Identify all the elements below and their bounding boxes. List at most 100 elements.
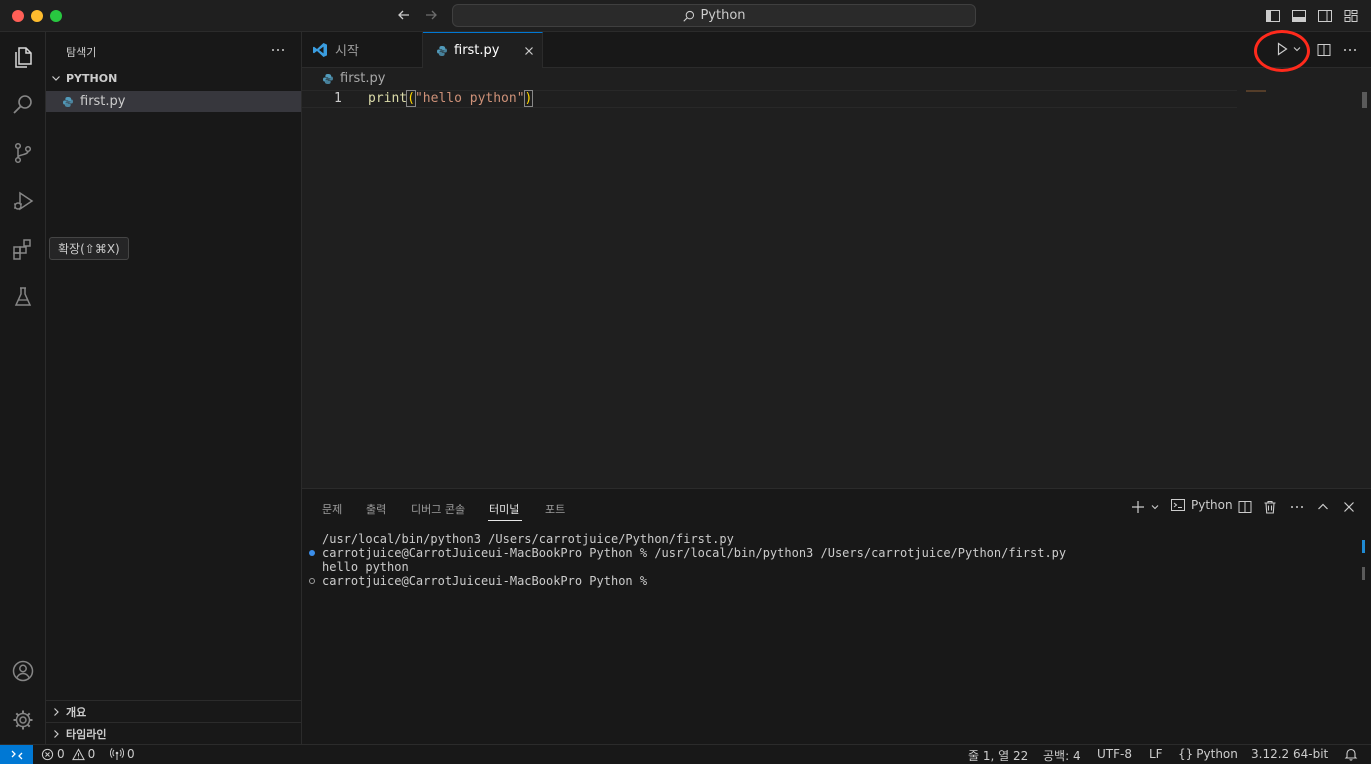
toggle-panel-icon[interactable] xyxy=(1291,8,1307,24)
toggle-primary-sidebar-icon[interactable] xyxy=(1265,8,1281,24)
code-line[interactable]: print("hello python") xyxy=(368,90,534,107)
chevron-right-icon xyxy=(46,706,66,718)
notifications-bell-icon[interactable] xyxy=(1344,747,1358,761)
command-success-dot[interactable] xyxy=(309,550,315,556)
tab-terminal[interactable]: 터미널 xyxy=(489,501,519,517)
toggle-secondary-sidebar-icon[interactable] xyxy=(1317,8,1333,24)
problems-status[interactable]: 0 0 xyxy=(41,747,95,761)
chevron-down-icon[interactable] xyxy=(1150,502,1160,512)
chevron-down-icon xyxy=(46,72,66,84)
account-icon[interactable] xyxy=(9,657,37,685)
activity-bar xyxy=(0,32,46,744)
command-pending-dot[interactable] xyxy=(309,578,315,584)
python-interpreter[interactable]: 3.12.2 64-bit xyxy=(1251,747,1328,761)
extensions-tooltip: 확장(⇧⌘X) xyxy=(49,237,129,260)
trash-icon[interactable] xyxy=(1262,499,1278,515)
extensions-icon[interactable] xyxy=(9,235,37,263)
warning-count: 0 xyxy=(87,747,96,761)
vscode-logo-icon xyxy=(312,42,328,58)
breadcrumb-file: first.py xyxy=(340,71,386,86)
arrow-right-icon[interactable] xyxy=(423,7,439,23)
run-and-debug-icon[interactable] xyxy=(9,187,37,215)
terminal-instance-python[interactable]: Python xyxy=(1170,497,1233,513)
minimize-window-button[interactable] xyxy=(31,10,43,22)
more-actions-icon[interactable] xyxy=(270,42,286,58)
code-paren-open: ( xyxy=(406,90,416,107)
language-mode[interactable]: {} Python xyxy=(1178,747,1238,761)
python-file-icon xyxy=(62,96,74,108)
tab-ports[interactable]: 포트 xyxy=(545,501,565,517)
more-actions-icon[interactable] xyxy=(1289,499,1305,515)
status-bar: 0 0 0 줄 1, 열 22 공백: 4 UTF-8 LF {} Python… xyxy=(0,744,1371,764)
tab-problems[interactable]: 문제 xyxy=(322,501,342,517)
remote-indicator-icon[interactable] xyxy=(0,745,33,764)
code-string: "hello python" xyxy=(414,91,525,106)
title-bar: Python xyxy=(0,0,1371,32)
active-tab-indicator xyxy=(488,520,522,521)
python-file-icon xyxy=(436,45,448,57)
terminal-line: hello python xyxy=(322,560,409,574)
outline-section[interactable]: 개요 xyxy=(46,701,301,723)
error-icon xyxy=(41,748,54,761)
tab-first-py[interactable]: first.py xyxy=(423,32,543,68)
tab-start[interactable]: 시작 xyxy=(302,32,423,67)
arrow-left-icon[interactable] xyxy=(396,7,412,23)
cursor-position[interactable]: 줄 1, 열 22 xyxy=(968,747,1028,764)
bottom-panel: 문제 출력 디버그 콘솔 터미널 포트 Python /usr/local/bi… xyxy=(302,488,1371,744)
tab-label: 시작 xyxy=(335,44,359,59)
sidebar-title: 탐색기 xyxy=(66,46,97,59)
maximize-panel-chevron-up-icon[interactable] xyxy=(1315,499,1331,515)
settings-gear-icon[interactable] xyxy=(9,706,37,734)
new-terminal-plus-icon[interactable] xyxy=(1130,499,1146,515)
split-terminal-icon[interactable] xyxy=(1237,499,1253,515)
editor-tab-bar: 시작 first.py xyxy=(302,30,1371,72)
maximize-window-button[interactable] xyxy=(50,10,62,22)
explorer-icon[interactable] xyxy=(9,43,37,71)
broadcast-icon xyxy=(110,747,124,761)
command-center-search[interactable]: Python xyxy=(452,4,976,27)
code-paren-close: ) xyxy=(523,90,534,107)
chevron-right-icon xyxy=(46,728,66,740)
terminal-prompt[interactable]: carrotjuice@CarrotJuiceui-MacBookPro Pyt… xyxy=(322,574,647,588)
file-name: first.py xyxy=(80,94,126,109)
line-number: 1 xyxy=(334,91,342,106)
testing-flask-icon[interactable] xyxy=(9,283,37,311)
outline-label: 개요 xyxy=(66,706,87,719)
eol-status[interactable]: LF xyxy=(1149,747,1163,761)
terminal-scroll-marker xyxy=(1362,567,1365,580)
breadcrumb[interactable]: first.py xyxy=(322,71,385,86)
code-function: print xyxy=(368,91,408,106)
search-icon xyxy=(682,9,696,23)
highlight-circle-annotation xyxy=(1254,30,1310,72)
indentation-status[interactable]: 공백: 4 xyxy=(1043,747,1081,764)
more-actions-icon[interactable] xyxy=(1342,42,1358,58)
terminal-line: carrotjuice@CarrotJuiceui-MacBookPro Pyt… xyxy=(322,546,1067,560)
tab-debug-console[interactable]: 디버그 콘솔 xyxy=(411,501,465,517)
file-item-first-py[interactable]: first.py xyxy=(46,91,301,112)
source-control-icon[interactable] xyxy=(9,139,37,167)
error-count: 0 xyxy=(57,747,65,761)
search-icon[interactable] xyxy=(9,90,37,118)
terminal-icon xyxy=(1170,497,1186,513)
language-label: Python xyxy=(1196,747,1238,761)
warning-icon xyxy=(71,747,85,761)
tab-output[interactable]: 출력 xyxy=(366,501,386,517)
editor-scrollbar[interactable] xyxy=(1362,92,1367,108)
split-editor-icon[interactable] xyxy=(1316,42,1332,58)
close-icon[interactable] xyxy=(523,45,535,57)
customize-layout-icon[interactable] xyxy=(1343,8,1359,24)
ports-status[interactable]: 0 xyxy=(110,747,135,761)
encoding-status[interactable]: UTF-8 xyxy=(1097,747,1132,761)
terminal-scroll-marker xyxy=(1362,540,1365,553)
folder-name: PYTHON xyxy=(66,71,118,85)
folder-section-python[interactable]: PYTHON xyxy=(46,67,301,89)
close-window-button[interactable] xyxy=(12,10,24,22)
terminal-line: /usr/local/bin/python3 /Users/carrotjuic… xyxy=(322,532,734,546)
python-file-icon xyxy=(322,73,334,85)
terminal-label: Python xyxy=(1191,498,1233,512)
close-panel-icon[interactable] xyxy=(1341,499,1357,515)
minimap[interactable] xyxy=(1246,90,1266,92)
command-center-label: Python xyxy=(700,8,746,23)
explorer-sidebar: 탐색기 PYTHON first.py 개요 타임라인 xyxy=(46,32,302,744)
timeline-section[interactable]: 타임라인 xyxy=(46,723,301,745)
